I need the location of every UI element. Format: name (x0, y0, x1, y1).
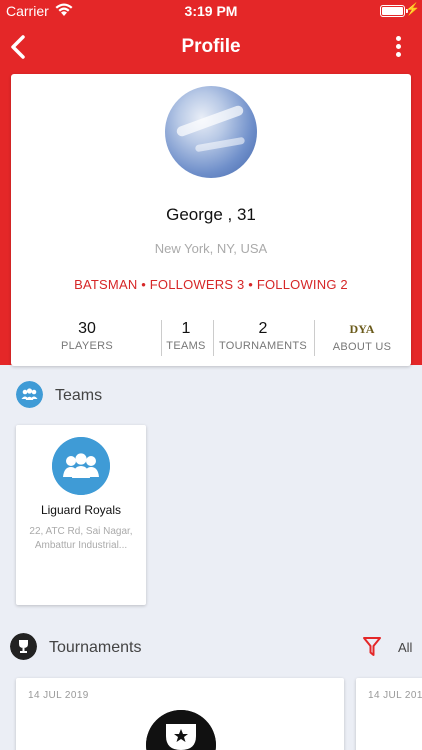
tournaments-label: TOURNAMENTS (218, 340, 308, 352)
team-card[interactable]: Liguard Royals 22, ATC Rd, Sai Nagar, Am… (16, 425, 146, 605)
team-address: 22, ATC Rd, Sai Nagar, Ambattur Industri… (29, 526, 133, 551)
tournament-date: 14 JUL 2019 (368, 690, 422, 701)
filter-icon[interactable] (362, 636, 382, 658)
charging-icon: ⚡ (405, 2, 420, 16)
players-label: PLAYERS (60, 340, 114, 352)
stat-about-us[interactable]: DYA ABOUT US (317, 320, 407, 356)
status-bar: Carrier 3:19 PM ⚡ (0, 0, 422, 22)
trophy-icon (10, 633, 37, 660)
stat-tournaments[interactable]: 2 TOURNAMENTS (215, 320, 311, 356)
profile-role-followers[interactable]: BATSMAN • FOLLOWERS 3 • FOLLOWING 2 (61, 277, 361, 293)
avatar[interactable] (165, 86, 257, 178)
tournaments-section-title: Tournaments (49, 639, 142, 656)
teams-count: 1 (181, 320, 191, 337)
tournament-date: 14 JUL 2019 (28, 690, 89, 701)
more-options-icon[interactable] (392, 36, 404, 60)
navigation-bar: Profile (0, 22, 422, 72)
tournament-card[interactable]: 14 JUL 2019 (16, 678, 344, 750)
profile-name: George , 31 (166, 205, 256, 224)
tournaments-section-header: Tournaments (0, 633, 422, 663)
battery-icon (380, 5, 405, 17)
profile-stats: 30 PLAYERS 1 TEAMS 2 TOURNAMENTS DYA ABO… (11, 320, 411, 360)
team-name: Liguard Royals (40, 503, 122, 517)
team-group-icon (16, 381, 43, 408)
profile-location: New York, NY, USA (154, 241, 268, 256)
stat-teams[interactable]: 1 TEAMS (163, 320, 209, 356)
clock: 3:19 PM (184, 3, 238, 19)
page-title: Profile (181, 36, 241, 57)
tournaments-count: 2 (258, 320, 268, 337)
teams-section-title: Teams (55, 387, 103, 404)
about-logo: DYA (349, 322, 375, 336)
profile-card: George , 31 New York, NY, USA BATSMAN • … (11, 74, 411, 366)
teams-label: TEAMS (166, 340, 206, 352)
stats-divider (314, 320, 315, 356)
stats-divider (213, 320, 214, 356)
trophy-icon (146, 710, 216, 750)
tournament-card[interactable]: 14 JUL 2019 (356, 678, 422, 750)
stat-players[interactable]: 30 PLAYERS (31, 320, 143, 356)
about-label: ABOUT US (332, 341, 392, 353)
team-logo-icon (52, 437, 110, 495)
players-count: 30 (78, 320, 96, 337)
stats-divider (161, 320, 162, 356)
teams-section-header: Teams (0, 381, 422, 411)
filter-all-label[interactable]: All (398, 640, 412, 655)
